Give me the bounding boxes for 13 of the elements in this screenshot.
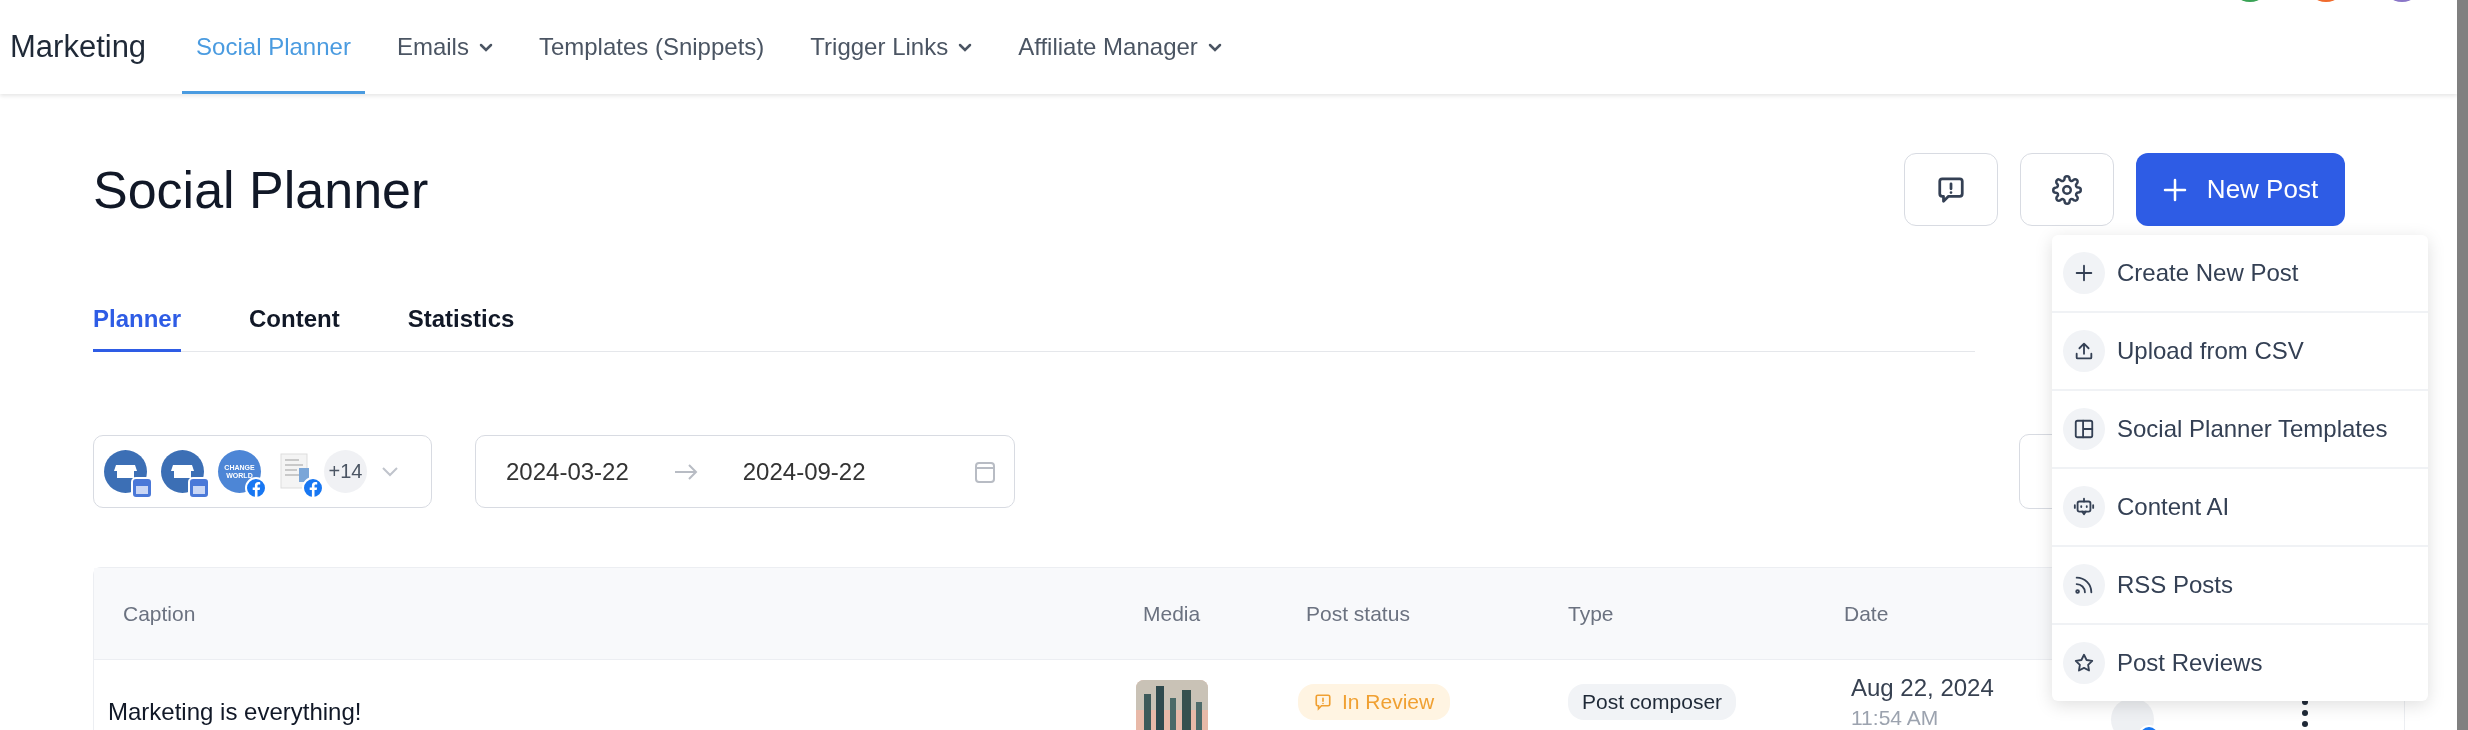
more-accounts-count: +14 [324, 450, 367, 493]
post-caption: Marketing is everything! [108, 698, 362, 725]
page-title: Social Planner [93, 159, 429, 220]
post-time: 11:54 AM [1851, 706, 1940, 730]
app-title: Marketing [10, 28, 147, 66]
type-badge: Post composer [1568, 684, 1737, 720]
column-header: Post status [1305, 601, 1411, 626]
column-header: Date [1843, 601, 1890, 626]
column-header: Media [1142, 601, 1202, 626]
post-date: Aug 22, 2024 [1851, 674, 1995, 702]
status-badge: In Review [1298, 684, 1451, 720]
column-header: Type [1567, 601, 1615, 626]
column-header: Caption [122, 601, 197, 626]
